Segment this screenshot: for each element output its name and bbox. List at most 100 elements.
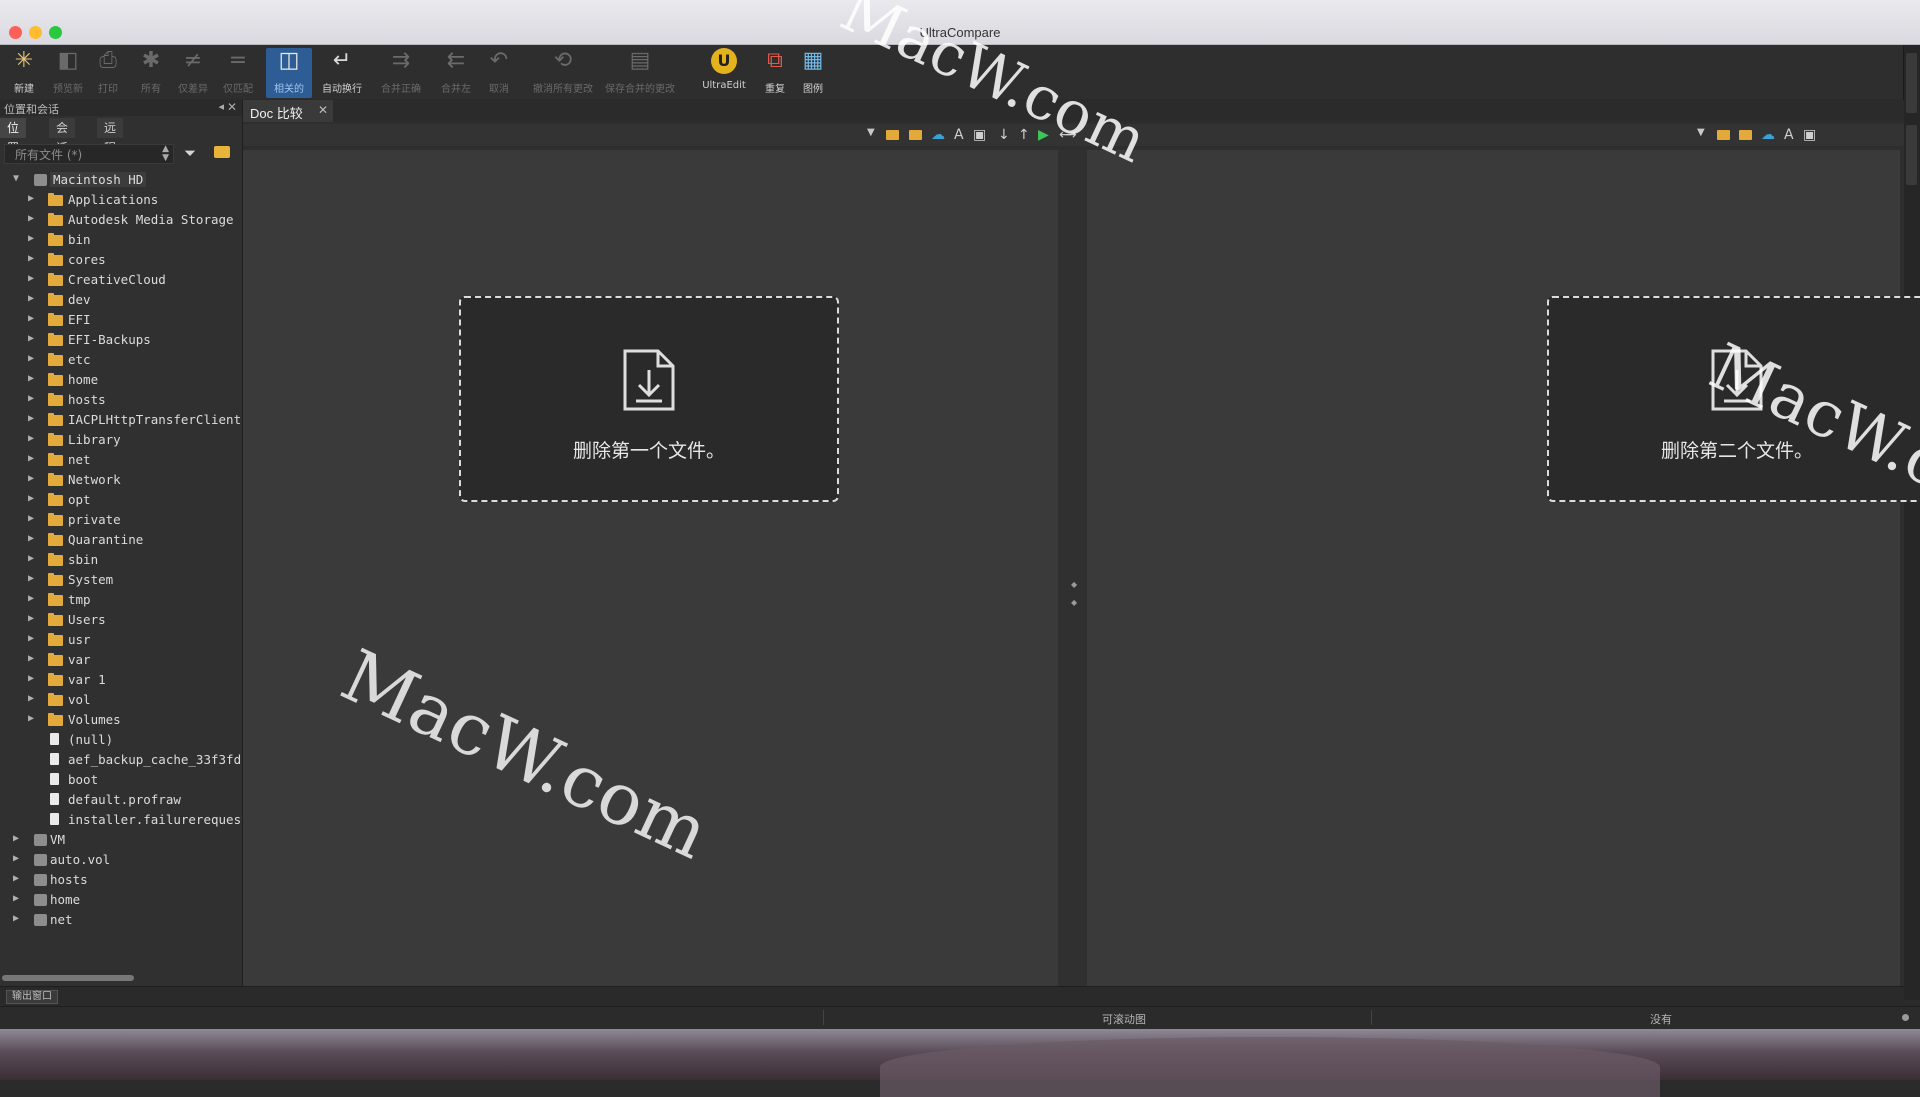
expand-arrow-right-icon[interactable]: ▶ <box>28 473 34 484</box>
expand-arrow-right-icon[interactable]: ▶ <box>28 413 34 424</box>
cloud-icon[interactable]: ☁ <box>1761 127 1775 143</box>
tree-row[interactable]: ▶ dev <box>0 290 242 310</box>
open-folder-icon[interactable] <box>886 130 899 140</box>
font-icon[interactable]: A <box>1784 127 1794 143</box>
expand-arrow-right-icon[interactable]: ▶ <box>28 513 34 524</box>
expand-arrow-right-icon[interactable]: ▶ <box>28 593 34 604</box>
output-window-tab[interactable]: 输出窗口 <box>6 990 58 1004</box>
tree-row[interactable]: ▶ bin <box>0 230 242 250</box>
tree-row[interactable]: ▼ Macintosh HD <box>0 170 242 190</box>
tab-remote[interactable]: 远程 <box>97 118 124 155</box>
tab-sessions[interactable]: 会话 <box>49 118 76 155</box>
tree-row[interactable]: ▶ tmp <box>0 590 242 610</box>
tree-row[interactable]: ▶ net <box>0 450 242 470</box>
cloud-icon[interactable]: ☁ <box>931 127 945 143</box>
tree-row[interactable]: ▶ home <box>0 890 242 910</box>
tree-row[interactable]: ▶ EFI <box>0 310 242 330</box>
tree-row[interactable]: ▶ hosts <box>0 390 242 410</box>
toolbar-button-equal[interactable]: = 仅匹配 <box>218 48 258 98</box>
pin-icon[interactable]: ◂ <box>218 100 224 113</box>
left-compare-pane[interactable]: 删除第一个文件。 <box>243 150 1058 986</box>
font-icon[interactable]: A <box>954 127 964 143</box>
right-compare-pane[interactable]: 删除第二个文件。 <box>1087 150 1920 986</box>
expand-arrow-right-icon[interactable]: ▶ <box>28 313 34 324</box>
tree-row[interactable]: ▶ hosts <box>0 870 242 890</box>
tab-locations[interactable]: 位置 <box>0 118 27 155</box>
tree-row[interactable]: ▶ opt <box>0 490 242 510</box>
toolbar-button-undo[interactable]: ↶ 取消 <box>479 48 519 98</box>
path-history-dropdown-icon[interactable]: ▼ <box>1697 127 1705 138</box>
tree-row[interactable]: ▶ Network <box>0 470 242 490</box>
toolbar-button-merge-right[interactable]: ⇉ 合并正确 <box>376 48 426 98</box>
side-panel-tab[interactable] <box>1906 125 1917 185</box>
open-folder-icon[interactable] <box>1717 130 1730 140</box>
expand-arrow-right-icon[interactable]: ▶ <box>28 693 34 704</box>
toolbar-button-legend[interactable]: ▦ 图例 <box>796 48 830 98</box>
expand-arrow-right-icon[interactable]: ▶ <box>28 533 34 544</box>
expand-arrow-right-icon[interactable]: ▶ <box>28 233 34 244</box>
tree-row[interactable]: ▶ Library <box>0 430 242 450</box>
tree-row[interactable]: ▶ Users <box>0 610 242 630</box>
tree-row[interactable]: default.profraw <box>0 790 242 810</box>
sidebar-horizontal-scrollbar[interactable] <box>2 975 134 981</box>
toolbar-button-print[interactable]: ⎙ 打印 <box>91 48 125 98</box>
expand-arrow-right-icon[interactable]: ▶ <box>28 293 34 304</box>
left-file-drop-zone[interactable]: 删除第一个文件。 <box>459 296 839 502</box>
tree-row[interactable]: ▶ var <box>0 650 242 670</box>
expand-arrow-right-icon[interactable]: ▶ <box>28 553 34 564</box>
browse-folder-icon[interactable] <box>214 146 230 158</box>
browse-icon[interactable] <box>909 130 922 140</box>
expand-arrow-right-icon[interactable]: ▶ <box>28 633 34 644</box>
edit-document-icon[interactable]: ▣ <box>973 127 986 143</box>
expand-arrow-right-icon[interactable]: ▶ <box>28 673 34 684</box>
tree-row[interactable]: ▶ Autodesk Media Storage <box>0 210 242 230</box>
splitter-grip-icon[interactable]: ◆ ◆ <box>1071 580 1077 607</box>
toolbar-button-ultraedit[interactable]: U UltraEdit <box>694 48 754 98</box>
expand-arrow-right-icon[interactable]: ▶ <box>28 493 34 504</box>
expand-arrow-right-icon[interactable]: ▶ <box>28 253 34 264</box>
tree-row[interactable]: ▶ net <box>0 910 242 930</box>
tree-row[interactable]: ▶ private <box>0 510 242 530</box>
toolbar-button-new-file[interactable]: ✳ 新建 <box>7 48 41 98</box>
expand-arrow-right-icon[interactable]: ▶ <box>13 893 19 904</box>
expand-arrow-right-icon[interactable]: ▶ <box>13 853 19 864</box>
toolbar-button-save-merged[interactable]: ▤ 保存合并的更改 <box>597 48 683 98</box>
expand-arrow-right-icon[interactable]: ▶ <box>28 713 34 724</box>
expand-arrow-right-icon[interactable]: ▶ <box>28 433 34 444</box>
tab-doc-compare[interactable]: Doc 比较 ✕ <box>243 100 333 122</box>
tree-row[interactable]: ▶ cores <box>0 250 242 270</box>
tree-row[interactable]: aef_backup_cache_33f3fdf <box>0 750 242 770</box>
toolbar-button-undo-all[interactable]: ⟲ 撤消所有更改 <box>526 48 600 98</box>
expand-arrow-right-icon[interactable]: ▶ <box>13 833 19 844</box>
tree-row[interactable]: ▶ System <box>0 570 242 590</box>
tree-row[interactable]: ▶ Applications <box>0 190 242 210</box>
toolbar-button-merge-left[interactable]: ⇇ 合并左 <box>433 48 479 98</box>
file-filter-select[interactable]: 所有文件 (*) ▲ ▼ <box>4 144 174 164</box>
edit-document-icon[interactable]: ▣ <box>1803 127 1816 143</box>
expand-arrow-right-icon[interactable]: ▶ <box>13 873 19 884</box>
expand-arrow-down-icon[interactable]: ▼ <box>13 173 19 184</box>
tree-row[interactable]: ▶ usr <box>0 630 242 650</box>
path-history-dropdown-icon[interactable]: ▼ <box>867 127 875 138</box>
browse-icon[interactable] <box>1739 130 1752 140</box>
side-panel-tab[interactable] <box>1906 53 1917 113</box>
close-icon[interactable]: ✕ <box>227 100 237 114</box>
tree-row[interactable]: boot <box>0 770 242 790</box>
expand-arrow-right-icon[interactable]: ▶ <box>28 393 34 404</box>
expand-arrow-right-icon[interactable]: ▶ <box>28 213 34 224</box>
tree-row[interactable]: ▶ Volumes <box>0 710 242 730</box>
pane-divider[interactable]: ◆ ◆ <box>1058 150 1087 986</box>
expand-arrow-right-icon[interactable]: ▶ <box>28 573 34 584</box>
tree-row[interactable]: ▶ IACPLHttpTransferClient <box>0 410 242 430</box>
tree-row[interactable]: installer.failurerequest <box>0 810 242 830</box>
toolbar-button-repeat[interactable]: ⧉ 重复 <box>758 48 792 98</box>
expand-arrow-right-icon[interactable]: ▶ <box>28 273 34 284</box>
expand-arrow-right-icon[interactable]: ▶ <box>28 193 34 204</box>
expand-arrow-right-icon[interactable]: ▶ <box>28 353 34 364</box>
toolbar-button-word-wrap[interactable]: ↵ 自动换行 <box>318 48 366 98</box>
toolbar-button-preview[interactable]: ◧ 预览新 <box>48 48 88 98</box>
expand-arrow-right-icon[interactable]: ▶ <box>28 453 34 464</box>
toolbar-button-asterisk[interactable]: ✱ 所有 <box>133 48 169 98</box>
tree-row[interactable]: ▶ home <box>0 370 242 390</box>
expand-arrow-right-icon[interactable]: ▶ <box>13 913 19 924</box>
